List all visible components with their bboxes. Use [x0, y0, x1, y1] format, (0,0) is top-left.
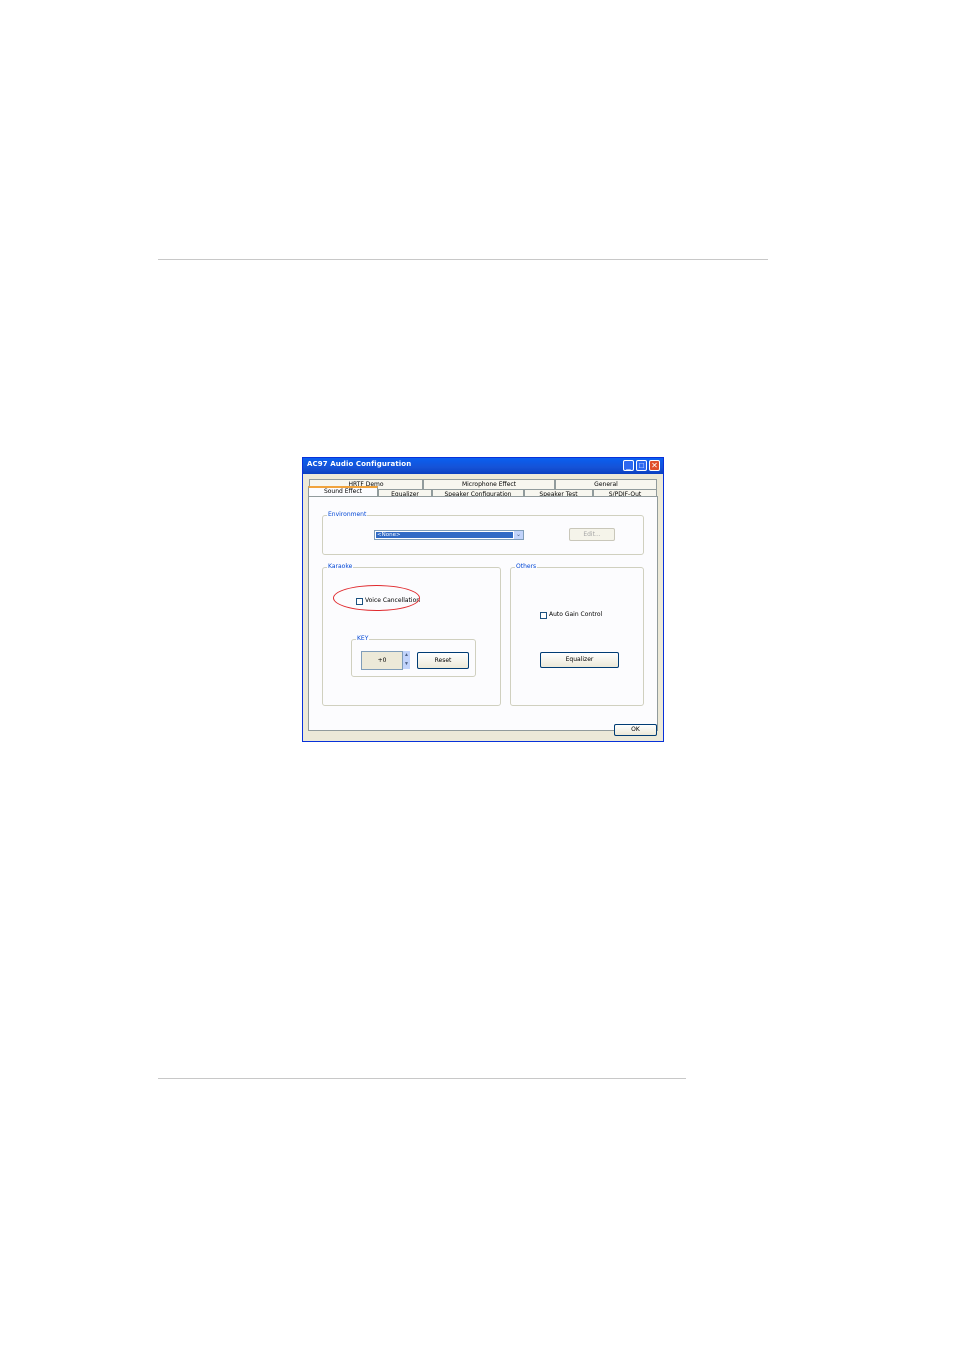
bottom-divider-line	[158, 1078, 686, 1079]
ac97-config-window: AC97 Audio Configuration _ □ ✕ HRTF Demo…	[302, 457, 664, 742]
top-divider-line	[158, 259, 768, 260]
tab-microphone-effect[interactable]: Microphone Effect	[423, 479, 555, 489]
key-value-field[interactable]: +0	[361, 651, 403, 670]
spin-up-icon[interactable]: ▲	[403, 651, 410, 660]
environment-group: Environment <None> ⌄ Edit...	[322, 511, 644, 555]
equalizer-button[interactable]: Equalizer	[540, 652, 619, 668]
chevron-down-icon[interactable]: ⌄	[514, 531, 523, 539]
others-group: Others Auto Gain Control Equalizer	[510, 563, 644, 706]
window-title: AC97 Audio Configuration	[307, 460, 412, 468]
edit-button[interactable]: Edit...	[569, 528, 615, 541]
spin-down-icon[interactable]: ▼	[403, 660, 410, 669]
ok-button[interactable]: OK	[614, 724, 657, 736]
tab-general[interactable]: General	[555, 479, 657, 489]
others-legend: Others	[515, 563, 538, 570]
auto-gain-control-checkbox[interactable]	[540, 612, 547, 619]
key-legend: KEY	[356, 635, 370, 642]
environment-legend: Environment	[327, 511, 368, 518]
karaoke-legend: Karaoke	[327, 563, 354, 570]
sound-effect-panel: Environment <None> ⌄ Edit... Karaoke Voi…	[308, 496, 658, 731]
title-bar[interactable]: AC97 Audio Configuration _ □ ✕	[303, 458, 663, 474]
auto-gain-control-label[interactable]: Auto Gain Control	[549, 611, 602, 618]
minimize-button[interactable]: _	[623, 460, 634, 471]
environment-dropdown[interactable]: <None> ⌄	[374, 530, 524, 540]
key-group: KEY +0 ▲ ▼ Reset	[351, 635, 476, 677]
maximize-button[interactable]: □	[636, 460, 647, 471]
key-spinner[interactable]: ▲ ▼	[403, 651, 410, 670]
reset-button[interactable]: Reset	[417, 652, 469, 669]
close-button[interactable]: ✕	[649, 460, 660, 471]
environment-selected-value: <None>	[376, 532, 513, 538]
annotation-highlight-ellipse	[333, 585, 420, 611]
